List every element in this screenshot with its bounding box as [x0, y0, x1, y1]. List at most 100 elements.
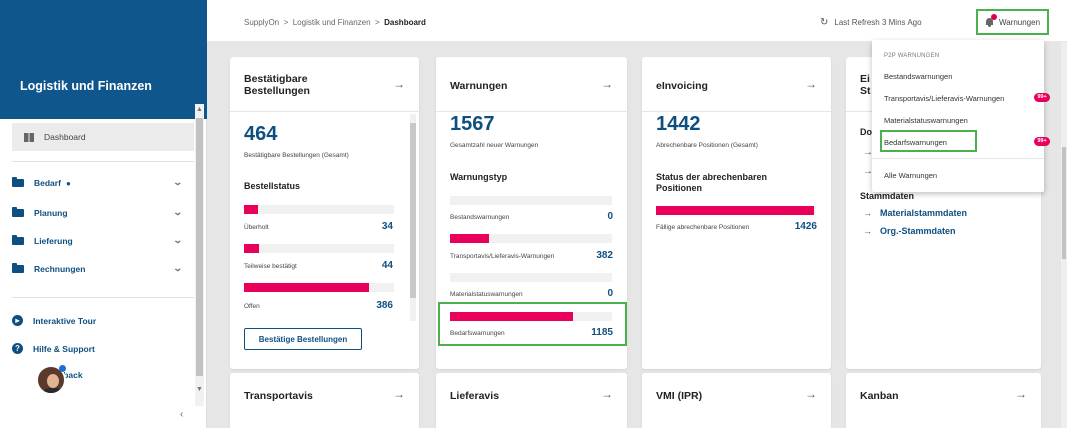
arrow-right-icon[interactable]: →	[393, 387, 405, 401]
page-scrollbar-thumb[interactable]	[1062, 147, 1066, 259]
chevron-down-icon[interactable]: ⌄	[173, 263, 184, 274]
link-hilfe-support[interactable]: ? Hilfe & Support	[12, 343, 95, 354]
count-label: Gesamtzahl neuer Warnungen	[450, 142, 539, 149]
arrow-right-icon[interactable]: →	[1015, 387, 1027, 401]
bar-value[interactable]: 386	[376, 300, 393, 311]
bar-fill	[656, 206, 815, 215]
divider	[12, 161, 194, 162]
sidebar-item-rechnungen[interactable]: Rechnungen ⌄	[12, 261, 184, 277]
dashboard-icon	[24, 132, 34, 142]
breadcrumb-separator: >	[375, 18, 380, 27]
count-badge: 99+	[1034, 137, 1050, 146]
bar-track	[244, 244, 394, 253]
bar-fill	[244, 205, 258, 214]
arrow-right-icon[interactable]: →	[805, 387, 817, 401]
card-kanban: Kanban →	[846, 373, 1041, 428]
dropdown-item-bestandswarnungen[interactable]: Bestandswarnungen	[884, 72, 952, 81]
link-interaktive-tour[interactable]: ▸ Interaktive Tour	[12, 315, 96, 326]
count-value: 464	[244, 123, 278, 145]
confirm-orders-button[interactable]: Bestätige Bestellungen	[244, 328, 362, 350]
sidebar-title: Logistik und Finanzen	[20, 79, 152, 93]
sidebar-header: Logistik und Finanzen	[0, 0, 207, 119]
folder-icon	[12, 207, 24, 217]
breadcrumb-item[interactable]: SupplyOn	[244, 18, 279, 27]
scroll-down-icon[interactable]: ▼	[196, 386, 203, 394]
breadcrumb-item[interactable]: Logistik und Finanzen	[293, 18, 371, 27]
bar-track	[244, 283, 394, 292]
count-value: 1442	[656, 113, 701, 135]
notification-dot: ●	[65, 178, 71, 188]
section-title: Bestellstatus	[244, 181, 301, 191]
sidebar-item-label: Planung	[34, 208, 68, 218]
refresh-icon[interactable]: ↻	[820, 17, 828, 28]
bar-value[interactable]: 34	[382, 221, 393, 232]
count-badge: 99+	[1034, 93, 1050, 102]
bar-value[interactable]: 44	[382, 260, 393, 271]
sidebar-scrollbar-thumb[interactable]	[196, 118, 203, 376]
collapse-sidebar-icon[interactable]: ‹	[180, 409, 183, 420]
sidebar-item-lieferung[interactable]: Lieferung ⌄	[12, 233, 184, 249]
divider	[12, 297, 194, 298]
arrow-right-icon[interactable]: →	[601, 387, 613, 401]
play-icon: ▸	[12, 315, 23, 326]
dropdown-item-alle-warnungen[interactable]: Alle Warnungen	[884, 171, 937, 180]
arrow-right-icon[interactable]: →	[601, 77, 613, 91]
sidebar-item-planung[interactable]: Planung ⌄	[12, 205, 184, 221]
folder-icon	[12, 263, 24, 273]
sidebar-item-bedarf[interactable]: Bedarf ● ⌄	[12, 175, 184, 191]
chevron-down-icon[interactable]: ⌄	[173, 235, 184, 246]
bell-icon	[985, 14, 997, 27]
sidebar-item-label: Dashboard	[44, 132, 86, 142]
breadcrumb: SupplyOn > Logistik und Finanzen > Dashb…	[244, 18, 426, 27]
top-header: SupplyOn > Logistik und Finanzen > Dashb…	[207, 0, 1067, 42]
divider	[642, 111, 831, 112]
breadcrumb-separator: >	[283, 18, 289, 27]
card-title[interactable]: Warnungen	[450, 80, 507, 92]
link-org-stammdaten[interactable]: → Org.-Stammdaten	[863, 226, 956, 236]
bar-value[interactable]: 0	[607, 211, 613, 222]
highlight-box	[880, 130, 977, 152]
bar-track	[450, 196, 612, 205]
arrow-right-icon[interactable]: →	[393, 77, 405, 91]
card-scrollbar-thumb[interactable]	[410, 123, 416, 298]
dropdown-item-transportavis-warnungen[interactable]: Transportavis/Lieferavis-Warnungen	[884, 94, 1004, 103]
bar-fill	[450, 234, 489, 243]
section-title: Do	[860, 127, 872, 137]
bar-label: Bestandswarnungen	[450, 214, 510, 221]
bar-label: Teilweise bestätigt	[244, 263, 297, 270]
folder-icon	[12, 177, 24, 187]
scroll-up-icon[interactable]: ▲	[196, 106, 203, 114]
sidebar-item-label: Lieferung	[34, 236, 73, 246]
count-value: 1567	[450, 113, 495, 135]
chevron-down-icon[interactable]: ⌄	[173, 207, 184, 218]
app: Logistik und Finanzen ▲ ▼ Dashboard Beda…	[0, 0, 1067, 428]
dropdown-item-materialstatuswarnungen[interactable]: Materialstatuswarnungen	[884, 116, 968, 125]
card-bestellungen: Bestätigbare Bestellungen → 464 Bestätigb…	[230, 57, 419, 369]
card-title[interactable]: VMI (IPR)	[656, 390, 702, 402]
link-label: Hilfe & Support	[33, 343, 95, 354]
arrow-right-icon[interactable]: →	[805, 77, 817, 91]
card-title[interactable]: Transportavis	[244, 390, 313, 402]
card-title[interactable]: Lieferavis	[450, 390, 499, 402]
card-title[interactable]: Kanban	[860, 390, 899, 402]
bar-value[interactable]: 382	[596, 250, 613, 261]
bar-fill	[244, 244, 259, 253]
sidebar-item-dashboard[interactable]: Dashboard	[12, 123, 194, 151]
link-materialstammdaten[interactable]: → Materialstammdaten	[863, 208, 967, 218]
card-title[interactable]: eInvoicing	[656, 80, 708, 92]
refresh-status[interactable]: ↻ Last Refresh 3 Mins Ago	[820, 17, 922, 28]
card-transportavis: Transportavis →	[230, 373, 419, 428]
bar-value[interactable]: 0	[607, 288, 613, 299]
bar-label: Materialstatuswarnungen	[450, 291, 523, 298]
card-title[interactable]: Bestätigbare Bestellungen	[244, 73, 310, 97]
divider	[872, 158, 1044, 159]
bar-label: Offen	[244, 303, 260, 310]
card-title[interactable]: Ei St	[860, 73, 871, 97]
link-label: Interaktive Tour	[33, 315, 97, 326]
bar-label: Transportavis/Lieferavis-Warnungen	[450, 253, 555, 260]
chevron-down-icon[interactable]: ⌄	[173, 177, 184, 188]
warnings-dropdown: P2P WARNUNGEN Bestandswarnungen Transpor…	[872, 40, 1050, 192]
bar-value[interactable]: 1426	[795, 221, 817, 232]
warnings-button[interactable]: Warnungen	[976, 9, 1049, 35]
divider	[230, 111, 419, 112]
